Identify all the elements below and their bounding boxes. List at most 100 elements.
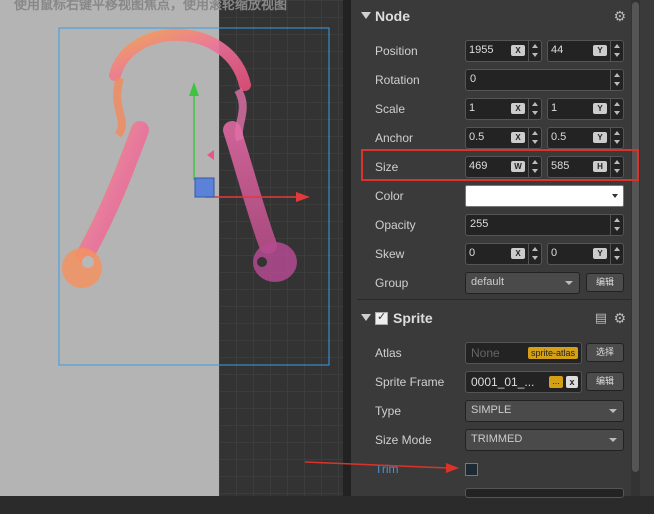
type-select[interactable]: SIMPLE xyxy=(465,400,624,422)
opacity-stepper[interactable] xyxy=(610,215,623,235)
trim-checkbox[interactable] xyxy=(465,463,478,476)
scale-x-field[interactable]: X xyxy=(465,98,542,120)
trim-row: Trim xyxy=(351,456,631,482)
rotation-label: Rotation xyxy=(375,73,420,87)
position-row: Position X Y xyxy=(351,38,631,64)
size-mode-label: Size Mode xyxy=(375,433,432,447)
panel-divider[interactable] xyxy=(343,0,351,496)
rotation-input[interactable] xyxy=(470,71,600,87)
type-row: Type SIMPLE xyxy=(351,398,631,424)
opacity-label: Opacity xyxy=(375,218,416,232)
size-mode-select[interactable]: TRIMMED xyxy=(465,429,624,451)
scale-x-stepper[interactable] xyxy=(528,99,541,119)
scrollbar-thumb[interactable] xyxy=(632,2,639,472)
axis-x-badge: X xyxy=(511,132,525,143)
group-select-value: default xyxy=(471,276,505,288)
position-x-input[interactable] xyxy=(469,42,507,58)
gear-icon[interactable]: ⚙ xyxy=(613,310,626,327)
sprite-section-header[interactable]: Sprite ▤ ⚙ xyxy=(351,303,631,333)
gear-icon[interactable]: ⚙ xyxy=(613,8,626,25)
book-icon[interactable]: ▤ xyxy=(595,310,607,326)
position-x-stepper[interactable] xyxy=(528,41,541,61)
sprite-frame-row: Sprite Frame 0001_01_... ... x 编辑 xyxy=(351,369,631,395)
skew-row: Skew X Y xyxy=(351,241,631,267)
type-label: Type xyxy=(375,404,402,418)
axis-y-badge: Y xyxy=(593,132,607,143)
dropdown-arrow-icon xyxy=(612,194,618,198)
section-divider xyxy=(357,299,631,300)
scale-y-stepper[interactable] xyxy=(610,99,623,119)
color-row: Color xyxy=(351,183,631,209)
anchor-row: Anchor X Y xyxy=(351,125,631,151)
sprite-frame-browse-button[interactable]: ... xyxy=(549,376,563,388)
scale-y-field[interactable]: Y xyxy=(547,98,624,120)
skew-y-field[interactable]: Y xyxy=(547,243,624,265)
scene-canvas xyxy=(58,27,330,366)
opacity-row: Opacity xyxy=(351,212,631,238)
anchor-y-input[interactable] xyxy=(551,129,589,145)
scale-label: Scale xyxy=(375,102,406,116)
next-field-partial[interactable] xyxy=(465,488,624,498)
position-y-stepper[interactable] xyxy=(610,41,623,61)
node-section-header[interactable]: Node ⚙ xyxy=(351,1,631,31)
skew-x-stepper[interactable] xyxy=(528,244,541,264)
inspector-scrollbar[interactable] xyxy=(631,0,640,496)
atlas-type-tag: sprite-atlas xyxy=(527,347,578,359)
chevron-down-icon xyxy=(565,281,573,285)
skew-y-input[interactable] xyxy=(551,245,589,261)
rotation-stepper[interactable] xyxy=(610,70,623,90)
sprite-frame-field[interactable]: 0001_01_... ... x xyxy=(465,371,582,393)
type-select-value: SIMPLE xyxy=(471,404,512,416)
position-y-input[interactable] xyxy=(551,42,589,58)
collapse-triangle-icon[interactable] xyxy=(361,314,371,321)
group-edit-button[interactable]: 编辑 xyxy=(586,273,624,292)
skew-x-field[interactable]: X xyxy=(465,243,542,265)
atlas-select-button[interactable]: 选择 xyxy=(586,343,624,362)
skew-x-input[interactable] xyxy=(469,245,507,261)
anchor-x-input[interactable] xyxy=(469,129,507,145)
skew-label: Skew xyxy=(375,247,405,261)
gizmo-handle xyxy=(194,177,215,198)
atlas-row: Atlas None sprite-atlas 选择 xyxy=(351,340,631,366)
anchor-x-stepper[interactable] xyxy=(528,128,541,148)
anchor-y-field[interactable]: Y xyxy=(547,127,624,149)
axis-y-badge: Y xyxy=(593,248,607,259)
group-select[interactable]: default xyxy=(465,272,580,294)
sprite-frame-edit-button[interactable]: 编辑 xyxy=(586,372,624,391)
anchor-y-stepper[interactable] xyxy=(610,128,623,148)
group-label: Group xyxy=(375,276,409,290)
position-label: Position xyxy=(375,44,418,58)
anchor-label: Anchor xyxy=(375,131,414,145)
axis-x-badge: X xyxy=(511,103,525,114)
inspector-panel: Node ⚙ Position X Y Rotation Scale X xyxy=(351,0,654,498)
atlas-value: None xyxy=(471,346,500,360)
chevron-down-icon xyxy=(609,438,617,442)
collapse-triangle-icon[interactable] xyxy=(361,12,371,19)
position-x-field[interactable]: X xyxy=(465,40,542,62)
axis-y-badge: Y xyxy=(593,45,607,56)
trim-label: Trim xyxy=(375,462,399,476)
rotation-field[interactable] xyxy=(465,69,624,91)
headphone-sprite xyxy=(62,28,297,288)
chevron-down-icon xyxy=(609,409,617,413)
skew-y-stepper[interactable] xyxy=(610,244,623,264)
anchor-x-field[interactable]: X xyxy=(465,127,542,149)
sprite-frame-value: 0001_01_... xyxy=(471,375,535,389)
opacity-field[interactable] xyxy=(465,214,624,236)
position-y-field[interactable]: Y xyxy=(547,40,624,62)
node-section-title: Node xyxy=(375,8,410,24)
sprite-section-title: Sprite xyxy=(393,310,433,326)
color-picker[interactable] xyxy=(465,185,624,207)
scale-y-input[interactable] xyxy=(551,100,589,116)
atlas-field[interactable]: None sprite-atlas xyxy=(465,342,582,364)
sprite-frame-clear-button[interactable]: x xyxy=(566,376,578,388)
sprite-enabled-checkbox[interactable] xyxy=(375,310,388,325)
opacity-input[interactable] xyxy=(470,216,600,232)
sprite-frame-label: Sprite Frame xyxy=(375,375,445,389)
size-highlight-box xyxy=(361,149,639,181)
axis-x-badge: X xyxy=(511,248,525,259)
scale-x-input[interactable] xyxy=(469,100,507,116)
group-row: Group default 编辑 xyxy=(351,270,631,296)
scene-view[interactable]: 使用鼠标右键平移视图焦点，使用滚轮缩放视图 xyxy=(0,0,343,496)
axis-x-badge: X xyxy=(511,45,525,56)
